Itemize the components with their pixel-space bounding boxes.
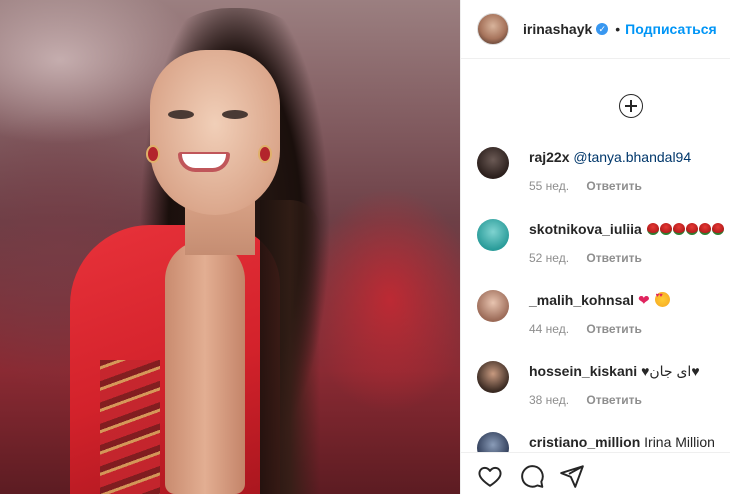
comment-mention[interactable]: @tanya.bhandal94 <box>573 149 691 165</box>
rose-emoji-icon <box>646 223 659 235</box>
comment-meta: 52 нед. Ответить <box>529 251 642 265</box>
comment-body: Irina Million <box>644 434 715 450</box>
rose-emoji-icon <box>711 223 724 235</box>
share-icon[interactable] <box>559 463 585 489</box>
comment-avatar[interactable] <box>477 290 509 322</box>
load-more-comments-icon[interactable] <box>619 94 643 118</box>
comments-panel: irinashayk ✓ • Подписаться raj22x @tanya… <box>460 0 730 494</box>
comment-age[interactable]: 55 нед. <box>529 179 569 193</box>
photo-earring-right <box>258 145 272 163</box>
comment-text: skotnikova_iuliia <box>529 221 724 237</box>
comment-meta: 38 нед. Ответить <box>529 393 642 407</box>
reply-button[interactable]: Ответить <box>586 322 641 336</box>
author-avatar[interactable] <box>477 13 509 45</box>
header-separator: • <box>615 21 621 37</box>
photo-earring-left <box>146 145 160 163</box>
post-actions-bar <box>461 452 730 494</box>
comment-username[interactable]: _malih_kohnsal <box>529 292 634 308</box>
photo-eye-right <box>222 110 248 119</box>
follow-button[interactable]: Подписаться <box>625 21 717 37</box>
photo-face <box>150 50 280 215</box>
comment-avatar[interactable] <box>477 219 509 251</box>
rose-emoji-icon <box>672 223 685 235</box>
comment-username[interactable]: skotnikova_iuliia <box>529 221 642 237</box>
heart-eyes-emoji-icon <box>654 292 670 307</box>
comment-age[interactable]: 52 нед. <box>529 251 569 265</box>
comment-avatar[interactable] <box>477 147 509 179</box>
reply-button[interactable]: Ответить <box>586 251 641 265</box>
post-header: irinashayk ✓ • Подписаться <box>461 0 730 59</box>
rose-emoji-icon <box>685 223 698 235</box>
photo-arm <box>165 240 245 494</box>
photo-dress-studs <box>100 360 160 494</box>
comment-icon[interactable] <box>519 463 545 489</box>
comment-age[interactable]: 44 нед. <box>529 322 569 336</box>
comment-username[interactable]: cristiano_million <box>529 434 640 450</box>
comment-text: raj22x @tanya.bhandal94 <box>529 149 691 165</box>
rose-emoji-icon <box>659 223 672 235</box>
rose-emoji-icon <box>698 223 711 235</box>
reply-button[interactable]: Ответить <box>586 393 641 407</box>
comment-text: cristiano_million Irina Million <box>529 434 715 450</box>
post-photo <box>0 0 460 494</box>
heart-emoji-icon: ❤ <box>637 292 650 308</box>
comment-text: _malih_kohnsal ❤ <box>529 292 670 309</box>
photo-hair-strand <box>260 200 320 494</box>
comment-body: ♥ای جان♥ <box>641 363 700 379</box>
comment-avatar[interactable] <box>477 361 509 393</box>
comment-text: hossein_kiskani ♥ای جان♥ <box>529 363 700 380</box>
photo-smile <box>178 152 230 172</box>
comment-meta: 55 нед. Ответить <box>529 179 642 193</box>
verified-badge-icon: ✓ <box>596 23 609 35</box>
photo-eye-left <box>168 110 194 119</box>
heart-icon[interactable] <box>477 463 503 489</box>
comment-username[interactable]: hossein_kiskani <box>529 363 637 379</box>
comment-username[interactable]: raj22x <box>529 149 569 165</box>
reply-button[interactable]: Ответить <box>586 179 641 193</box>
author-username[interactable]: irinashayk <box>523 21 592 37</box>
comment-meta: 44 нед. Ответить <box>529 322 642 336</box>
comment-age[interactable]: 38 нед. <box>529 393 569 407</box>
